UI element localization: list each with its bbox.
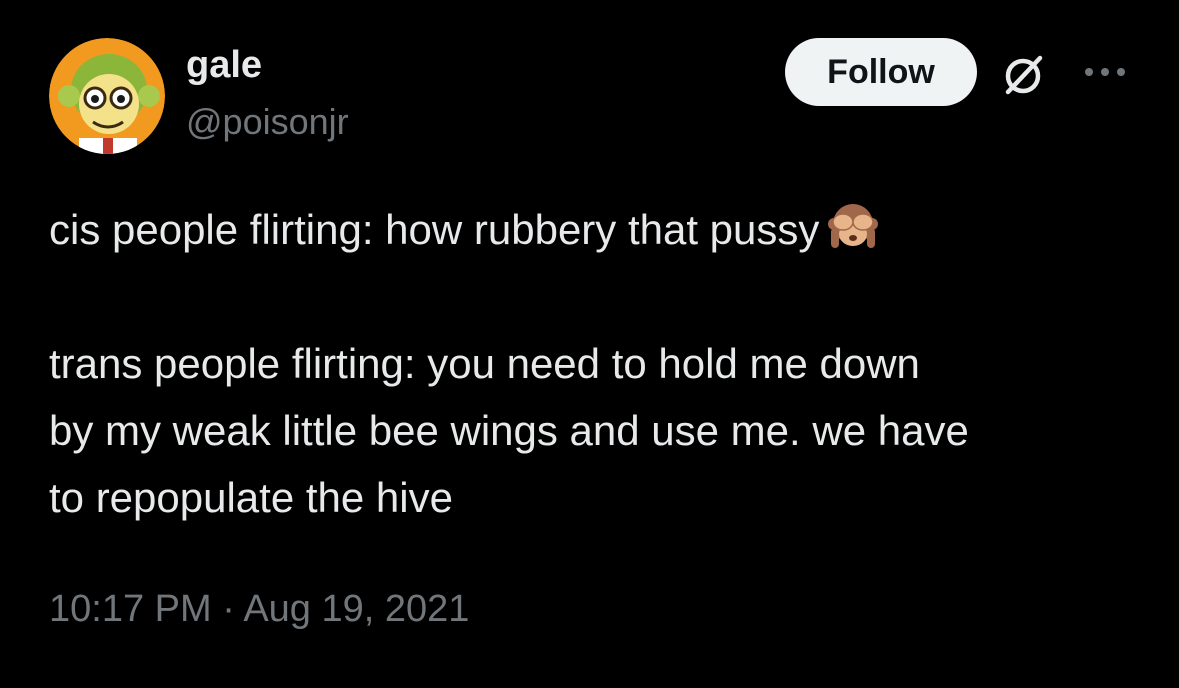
tweet-line-text: cis people flirting: how rubbery that pu…	[49, 206, 820, 253]
tweet-line: trans people flirting: you need to hold …	[49, 340, 920, 387]
more-horizontal-icon[interactable]	[1082, 62, 1128, 82]
tweet-line: cis people flirting: how rubbery that pu…	[49, 196, 1139, 263]
grok-slash-icon[interactable]	[1000, 52, 1046, 98]
follow-button[interactable]: Follow	[785, 38, 977, 106]
cartoon-monkey-avatar-icon	[49, 38, 165, 154]
tweet-card: gale @poisonjr Follow cis people flirtin…	[0, 0, 1179, 688]
tweet-text: cis people flirting: how rubbery that pu…	[49, 196, 1139, 531]
display-name[interactable]: gale	[186, 42, 262, 88]
tweet-line: to repopulate the hive	[49, 474, 453, 521]
tweet-line: by my weak little bee wings and use me. …	[49, 407, 969, 454]
user-handle[interactable]: @poisonjr	[186, 100, 349, 144]
timestamp[interactable]: 10:17 PM · Aug 19, 2021	[49, 584, 469, 634]
see-no-evil-monkey-emoji-icon	[825, 198, 881, 254]
avatar[interactable]	[49, 38, 165, 154]
